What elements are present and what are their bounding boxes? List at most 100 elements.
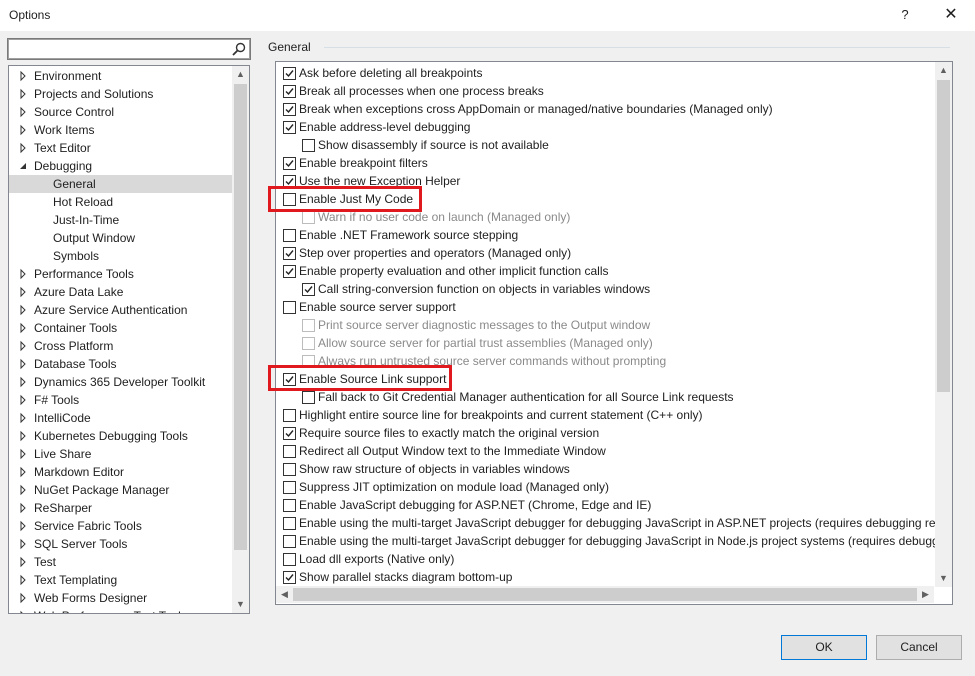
caret-right-icon[interactable] [18,589,30,607]
caret-right-icon[interactable] [18,337,30,355]
checkbox-checked[interactable] [283,103,296,116]
checkbox-unchecked[interactable] [283,481,296,494]
caret-right-icon[interactable] [18,67,30,85]
caret-right-icon[interactable] [18,607,30,613]
caret-down-icon[interactable] [18,157,30,175]
tree-item-kubernetes-debugging-tools[interactable]: Kubernetes Debugging Tools [9,427,232,445]
options-hscroll-thumb[interactable] [293,588,917,601]
ok-button[interactable]: OK [781,635,867,660]
caret-right-icon[interactable] [18,355,30,373]
scroll-up-icon[interactable]: ▲ [232,66,249,83]
scroll-down-icon[interactable]: ▼ [232,596,249,613]
checkbox-checked[interactable] [283,427,296,440]
checkbox-checked[interactable] [283,571,296,584]
option-row[interactable]: Enable JavaScript debugging for ASP.NET … [276,496,935,514]
tree-item-symbols[interactable]: Symbols [9,247,232,265]
cancel-button[interactable]: Cancel [876,635,962,660]
option-row[interactable]: Break all processes when one process bre… [276,82,935,100]
option-row[interactable]: Call string-conversion function on objec… [276,280,935,298]
checkbox-unchecked[interactable] [283,517,296,530]
option-row[interactable]: Redirect all Output Window text to the I… [276,442,935,460]
tree-item-markdown-editor[interactable]: Markdown Editor [9,463,232,481]
tree-item-container-tools[interactable]: Container Tools [9,319,232,337]
tree-item-cross-platform[interactable]: Cross Platform [9,337,232,355]
caret-right-icon[interactable] [18,535,30,553]
caret-right-icon[interactable] [18,499,30,517]
checkbox-checked[interactable] [283,265,296,278]
tree-item-azure-data-lake[interactable]: Azure Data Lake [9,283,232,301]
checkbox-unchecked[interactable] [283,445,296,458]
close-button[interactable]: ✕ [939,3,963,27]
checkbox-checked[interactable] [283,67,296,80]
scroll-up-icon[interactable]: ▲ [935,62,952,79]
option-row[interactable]: Show raw structure of objects in variabl… [276,460,935,478]
tree-item-service-fabric-tools[interactable]: Service Fabric Tools [9,517,232,535]
option-row[interactable]: Require source files to exactly match th… [276,424,935,442]
help-button[interactable]: ? [893,3,917,27]
caret-right-icon[interactable] [18,427,30,445]
tree-item-debugging[interactable]: Debugging [9,157,232,175]
option-row[interactable]: Enable .NET Framework source stepping [276,226,935,244]
checkbox-unchecked[interactable] [283,229,296,242]
option-row[interactable]: Load dll exports (Native only) [276,550,935,568]
tree-item-web-performance-test-tools[interactable]: Web Performance Test Tools [9,607,232,613]
tree-item-performance-tools[interactable]: Performance Tools [9,265,232,283]
search-icon[interactable] [231,42,247,56]
option-row[interactable]: Enable property evaluation and other imp… [276,262,935,280]
option-row[interactable]: Highlight entire source line for breakpo… [276,406,935,424]
caret-right-icon[interactable] [18,553,30,571]
scroll-down-icon[interactable]: ▼ [935,570,952,587]
checkbox-unchecked[interactable] [283,535,296,548]
option-row[interactable]: Step over properties and operators (Mana… [276,244,935,262]
option-row[interactable]: Suppress JIT optimization on module load… [276,478,935,496]
caret-right-icon[interactable] [18,265,30,283]
option-row[interactable]: Enable address-level debugging [276,118,935,136]
tree-item-nuget-package-manager[interactable]: NuGet Package Manager [9,481,232,499]
checkbox-checked[interactable] [283,121,296,134]
caret-right-icon[interactable] [18,103,30,121]
tree-item-general[interactable]: General [9,175,232,193]
option-row[interactable]: Print source server diagnostic messages … [276,316,935,334]
option-row[interactable]: Show parallel stacks diagram bottom-up [276,568,935,586]
tree-item-dynamics-365-developer-toolkit[interactable]: Dynamics 365 Developer Toolkit [9,373,232,391]
tree-item-source-control[interactable]: Source Control [9,103,232,121]
caret-right-icon[interactable] [18,373,30,391]
tree-scrollbar[interactable]: ▲ ▼ [232,66,249,613]
options-hscrollbar[interactable]: ◀ ▶ [276,586,934,603]
options-list[interactable]: Ask before deleting all breakpoints Break… [275,61,953,605]
options-tree[interactable]: Environment Projects and Solutions Source … [8,65,250,614]
checkbox-unchecked[interactable] [283,463,296,476]
checkbox-checked[interactable] [302,283,315,296]
option-row[interactable]: Show disassembly if source is not availa… [276,136,935,154]
tree-item-text-editor[interactable]: Text Editor [9,139,232,157]
caret-right-icon[interactable] [18,121,30,139]
caret-right-icon[interactable] [18,463,30,481]
caret-right-icon[interactable] [18,571,30,589]
tree-item-work-items[interactable]: Work Items [9,121,232,139]
tree-item-sql-server-tools[interactable]: SQL Server Tools [9,535,232,553]
checkbox-checked[interactable] [283,85,296,98]
option-row[interactable]: Enable source server support [276,298,935,316]
tree-item-resharper[interactable]: ReSharper [9,499,232,517]
tree-scroll-thumb[interactable] [234,84,247,550]
tree-item-test[interactable]: Test [9,553,232,571]
caret-right-icon[interactable] [18,139,30,157]
option-row[interactable]: Break when exceptions cross AppDomain or… [276,100,935,118]
caret-right-icon[interactable] [18,319,30,337]
caret-right-icon[interactable] [18,445,30,463]
tree-item-intellicode[interactable]: IntelliCode [9,409,232,427]
tree-item-hot-reload[interactable]: Hot Reload [9,193,232,211]
checkbox-unchecked[interactable] [283,553,296,566]
tree-item-text-templating[interactable]: Text Templating [9,571,232,589]
caret-right-icon[interactable] [18,481,30,499]
option-row[interactable]: Ask before deleting all breakpoints [276,64,935,82]
tree-item-azure-service-authentication[interactable]: Azure Service Authentication [9,301,232,319]
checkbox-unchecked[interactable] [302,139,315,152]
checkbox-checked[interactable] [283,157,296,170]
search-input[interactable] [7,38,251,60]
checkbox-unchecked[interactable] [283,499,296,512]
option-row[interactable]: Enable using the multi-target JavaScript… [276,514,945,532]
tree-item-projects-and-solutions[interactable]: Projects and Solutions [9,85,232,103]
scroll-left-icon[interactable]: ◀ [276,586,293,603]
caret-right-icon[interactable] [18,301,30,319]
